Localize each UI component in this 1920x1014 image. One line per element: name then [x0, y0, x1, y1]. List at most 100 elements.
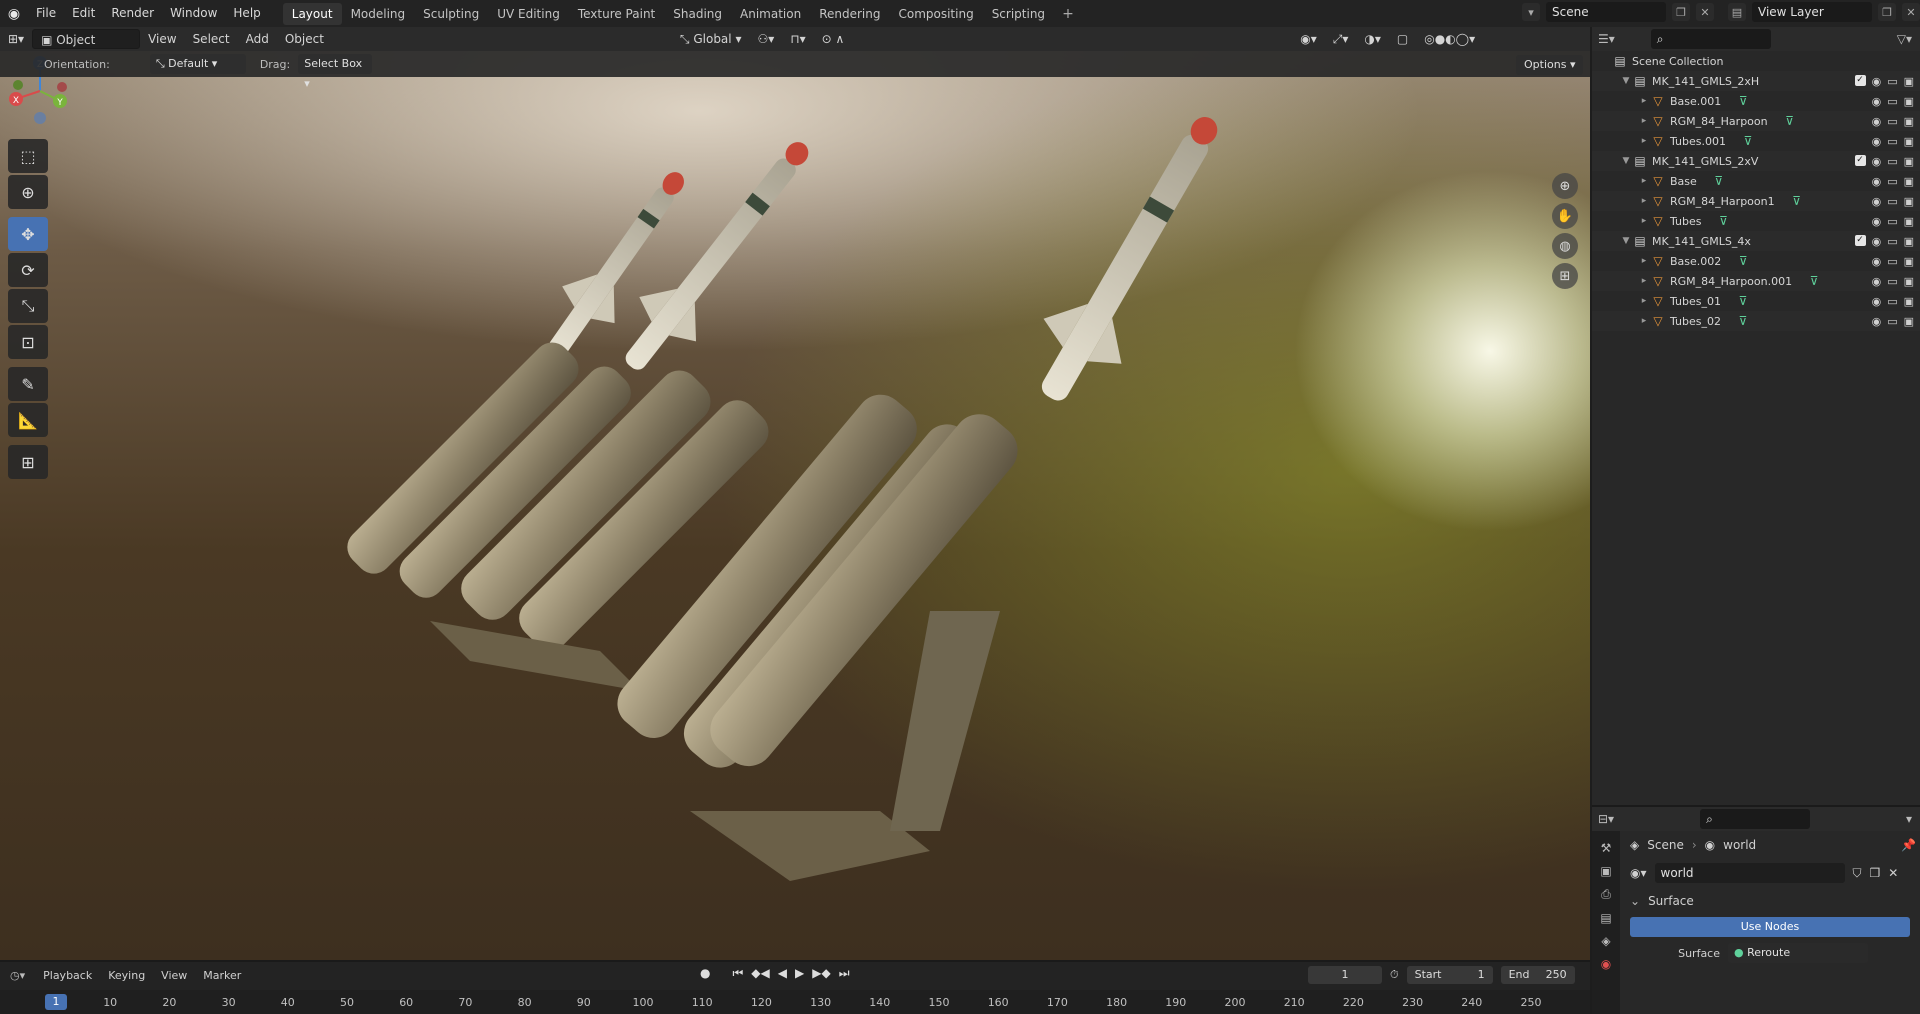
outliner-object[interactable]: ▸ ▽ RGM_84_Harpoon ⊽ ◉ ▭ ▣ [1592, 111, 1920, 131]
snap-icon[interactable]: ⊓▾ [782, 29, 813, 49]
zoom-icon[interactable]: ⊕ [1552, 173, 1578, 199]
output-tab-icon[interactable]: ⎙ [1601, 887, 1611, 902]
tab-scripting[interactable]: Scripting [983, 3, 1054, 25]
use-nodes-button[interactable]: Use Nodes [1630, 917, 1910, 937]
mesh-data-icon[interactable]: ⊽ [1711, 174, 1727, 188]
overlay-icon[interactable]: ◑▾ [1356, 29, 1389, 49]
playhead-frame[interactable]: 1 [45, 994, 67, 1010]
expand-icon[interactable]: ▸ [1638, 216, 1650, 226]
properties-options-icon[interactable]: ▾ [1906, 812, 1912, 826]
include-checkbox[interactable]: ✓ [1854, 74, 1866, 86]
viewport-disable-icon[interactable]: ▭ [1887, 295, 1897, 308]
collapse-icon[interactable]: ▼ [1620, 236, 1632, 246]
mesh-data-icon[interactable]: ⊽ [1735, 294, 1751, 308]
end-frame-field[interactable]: End 250 [1500, 966, 1575, 984]
render-icon[interactable]: ▣ [1904, 215, 1914, 228]
tool-tab-icon[interactable]: ⚒ [1601, 841, 1612, 855]
viewport-disable-icon[interactable]: ▭ [1887, 215, 1897, 228]
menu-edit[interactable]: Edit [64, 0, 103, 27]
jump-end-icon[interactable]: ⏭ [839, 966, 850, 981]
menu-help[interactable]: Help [225, 0, 268, 27]
annotate-tool-icon[interactable]: ✎ [8, 367, 48, 401]
outliner-collection-2xh[interactable]: ▼ ▤ MK_141_GMLS_2xH ✓ ◉ ▭ ▣ [1592, 71, 1920, 91]
duplicate-world-icon[interactable]: ❐ [1870, 866, 1881, 880]
camera-icon[interactable]: ◍ [1552, 233, 1578, 259]
mesh-data-icon[interactable]: ⊽ [1782, 114, 1798, 128]
expand-icon[interactable]: ▸ [1638, 276, 1650, 286]
viewport-disable-icon[interactable]: ▭ [1887, 275, 1897, 288]
eye-icon[interactable]: ◉ [1872, 315, 1882, 328]
expand-icon[interactable]: ▸ [1638, 196, 1650, 206]
render-icon[interactable]: ▣ [1904, 315, 1914, 328]
new-scene-icon[interactable]: ❐ [1672, 3, 1690, 21]
outliner-scene-collection[interactable]: ▤ Scene Collection [1592, 51, 1920, 71]
viewport-disable-icon[interactable]: ▭ [1887, 75, 1897, 88]
unlink-world-icon[interactable]: ✕ [1888, 866, 1898, 880]
menu-view[interactable]: View [140, 29, 184, 49]
mesh-data-icon[interactable]: ⊽ [1735, 94, 1751, 108]
options-dropdown[interactable]: Options ▾ [1516, 55, 1584, 75]
expand-icon[interactable]: ▸ [1638, 176, 1650, 186]
include-checkbox[interactable]: ✓ [1854, 154, 1866, 166]
render-icon[interactable]: ▣ [1904, 95, 1914, 108]
view-layer-tab-icon[interactable]: ▤ [1600, 911, 1611, 925]
viewport-disable-icon[interactable]: ▭ [1887, 195, 1897, 208]
next-keyframe-icon[interactable]: ▶◆ [812, 966, 830, 981]
timeline-ruler[interactable]: 1 10 20 30 40 50 60 70 80 90 100 110 120 130 140 150 16… [0, 990, 1590, 1014]
outliner-collection-4x[interactable]: ▼ ▤ MK_141_GMLS_4x ✓ ◉ ▭ ▣ [1592, 231, 1920, 251]
tab-texture-paint[interactable]: Texture Paint [569, 3, 664, 25]
mesh-data-icon[interactable]: ⊽ [1789, 194, 1805, 208]
filter-icon[interactable]: ▽▾ [1897, 32, 1912, 46]
view-layer-field[interactable]: View Layer [1752, 2, 1872, 22]
tab-uv-editing[interactable]: UV Editing [488, 3, 569, 25]
current-frame-field[interactable]: 1 [1308, 966, 1382, 984]
visibility-icon[interactable]: ◉▾ [1292, 29, 1325, 49]
eye-icon[interactable]: ◉ [1872, 215, 1882, 228]
shading-modes-icon[interactable]: ◎●◐◯▾ [1416, 29, 1483, 49]
world-tab-icon[interactable]: ◉ [1601, 957, 1611, 971]
outliner-editor-icon[interactable]: ☰▾ [1598, 32, 1615, 46]
pivot-icon[interactable]: ⚇▾ [749, 29, 782, 49]
fake-user-icon[interactable]: ⛉ [1853, 866, 1862, 881]
view-layer-icon[interactable]: ▤ [1728, 3, 1746, 21]
viewport-disable-icon[interactable]: ▭ [1887, 175, 1897, 188]
jump-start-icon[interactable]: ⏮ [732, 966, 743, 981]
expand-icon[interactable]: ▸ [1638, 116, 1650, 126]
play-reverse-icon[interactable]: ◀ [778, 966, 787, 981]
viewport-disable-icon[interactable]: ▭ [1887, 115, 1897, 128]
render-icon[interactable]: ▣ [1904, 175, 1914, 188]
tab-compositing[interactable]: Compositing [889, 3, 982, 25]
drag-dropdown[interactable]: Select Box ▾ [298, 54, 373, 90]
render-tab-icon[interactable]: ▣ [1600, 864, 1611, 878]
menu-timeline-view[interactable]: View [153, 969, 195, 982]
collapse-icon[interactable]: ▼ [1620, 156, 1632, 166]
menu-object[interactable]: Object [277, 29, 332, 49]
orientation-dropdown[interactable]: ⤡ Default ▾ [149, 54, 246, 74]
eye-icon[interactable]: ◉ [1872, 115, 1882, 128]
delete-scene-icon[interactable]: ✕ [1696, 3, 1714, 21]
collapse-icon[interactable]: ▼ [1620, 76, 1632, 86]
outliner-search-input[interactable]: ⌕ [1650, 29, 1771, 49]
properties-editor-icon[interactable]: ⊟▾ [1598, 812, 1614, 826]
eye-icon[interactable]: ◉ [1872, 235, 1882, 248]
expand-icon[interactable]: ▸ [1638, 136, 1650, 146]
tab-layout[interactable]: Layout [282, 2, 342, 25]
transform-orientation-dropdown[interactable]: ⤡ Global ▾ [672, 29, 750, 49]
properties-search-input[interactable]: ⌕ [1700, 809, 1811, 829]
pan-hand-icon[interactable]: ✋ [1552, 203, 1578, 229]
play-icon[interactable]: ▶ [795, 966, 804, 981]
mesh-data-icon[interactable]: ⊽ [1735, 314, 1751, 328]
scene-tab-icon[interactable]: ◈ [1601, 934, 1610, 948]
world-name-field[interactable]: world [1654, 863, 1845, 883]
proportional-edit-icon[interactable]: ⊙ ∧ [814, 29, 853, 49]
scene-name-field[interactable]: Scene [1546, 2, 1666, 22]
render-icon[interactable]: ▣ [1904, 255, 1914, 268]
3d-viewport[interactable]: ⬚ ⊕ ✥ ⟳ ⤡ ⊡ ✎ 📐 ⊞ Z X Y ⊕ ✋ ◍ ⊞ [0, 51, 1590, 960]
tab-shading[interactable]: Shading [664, 3, 731, 25]
record-icon[interactable]: ● [700, 966, 710, 981]
eye-icon[interactable]: ◉ [1872, 95, 1882, 108]
start-frame-field[interactable]: Start 1 [1406, 966, 1493, 984]
world-browse-icon[interactable]: ◉▾ [1630, 866, 1647, 880]
eye-icon[interactable]: ◉ [1872, 155, 1882, 168]
move-tool-icon[interactable]: ✥ [8, 217, 48, 251]
